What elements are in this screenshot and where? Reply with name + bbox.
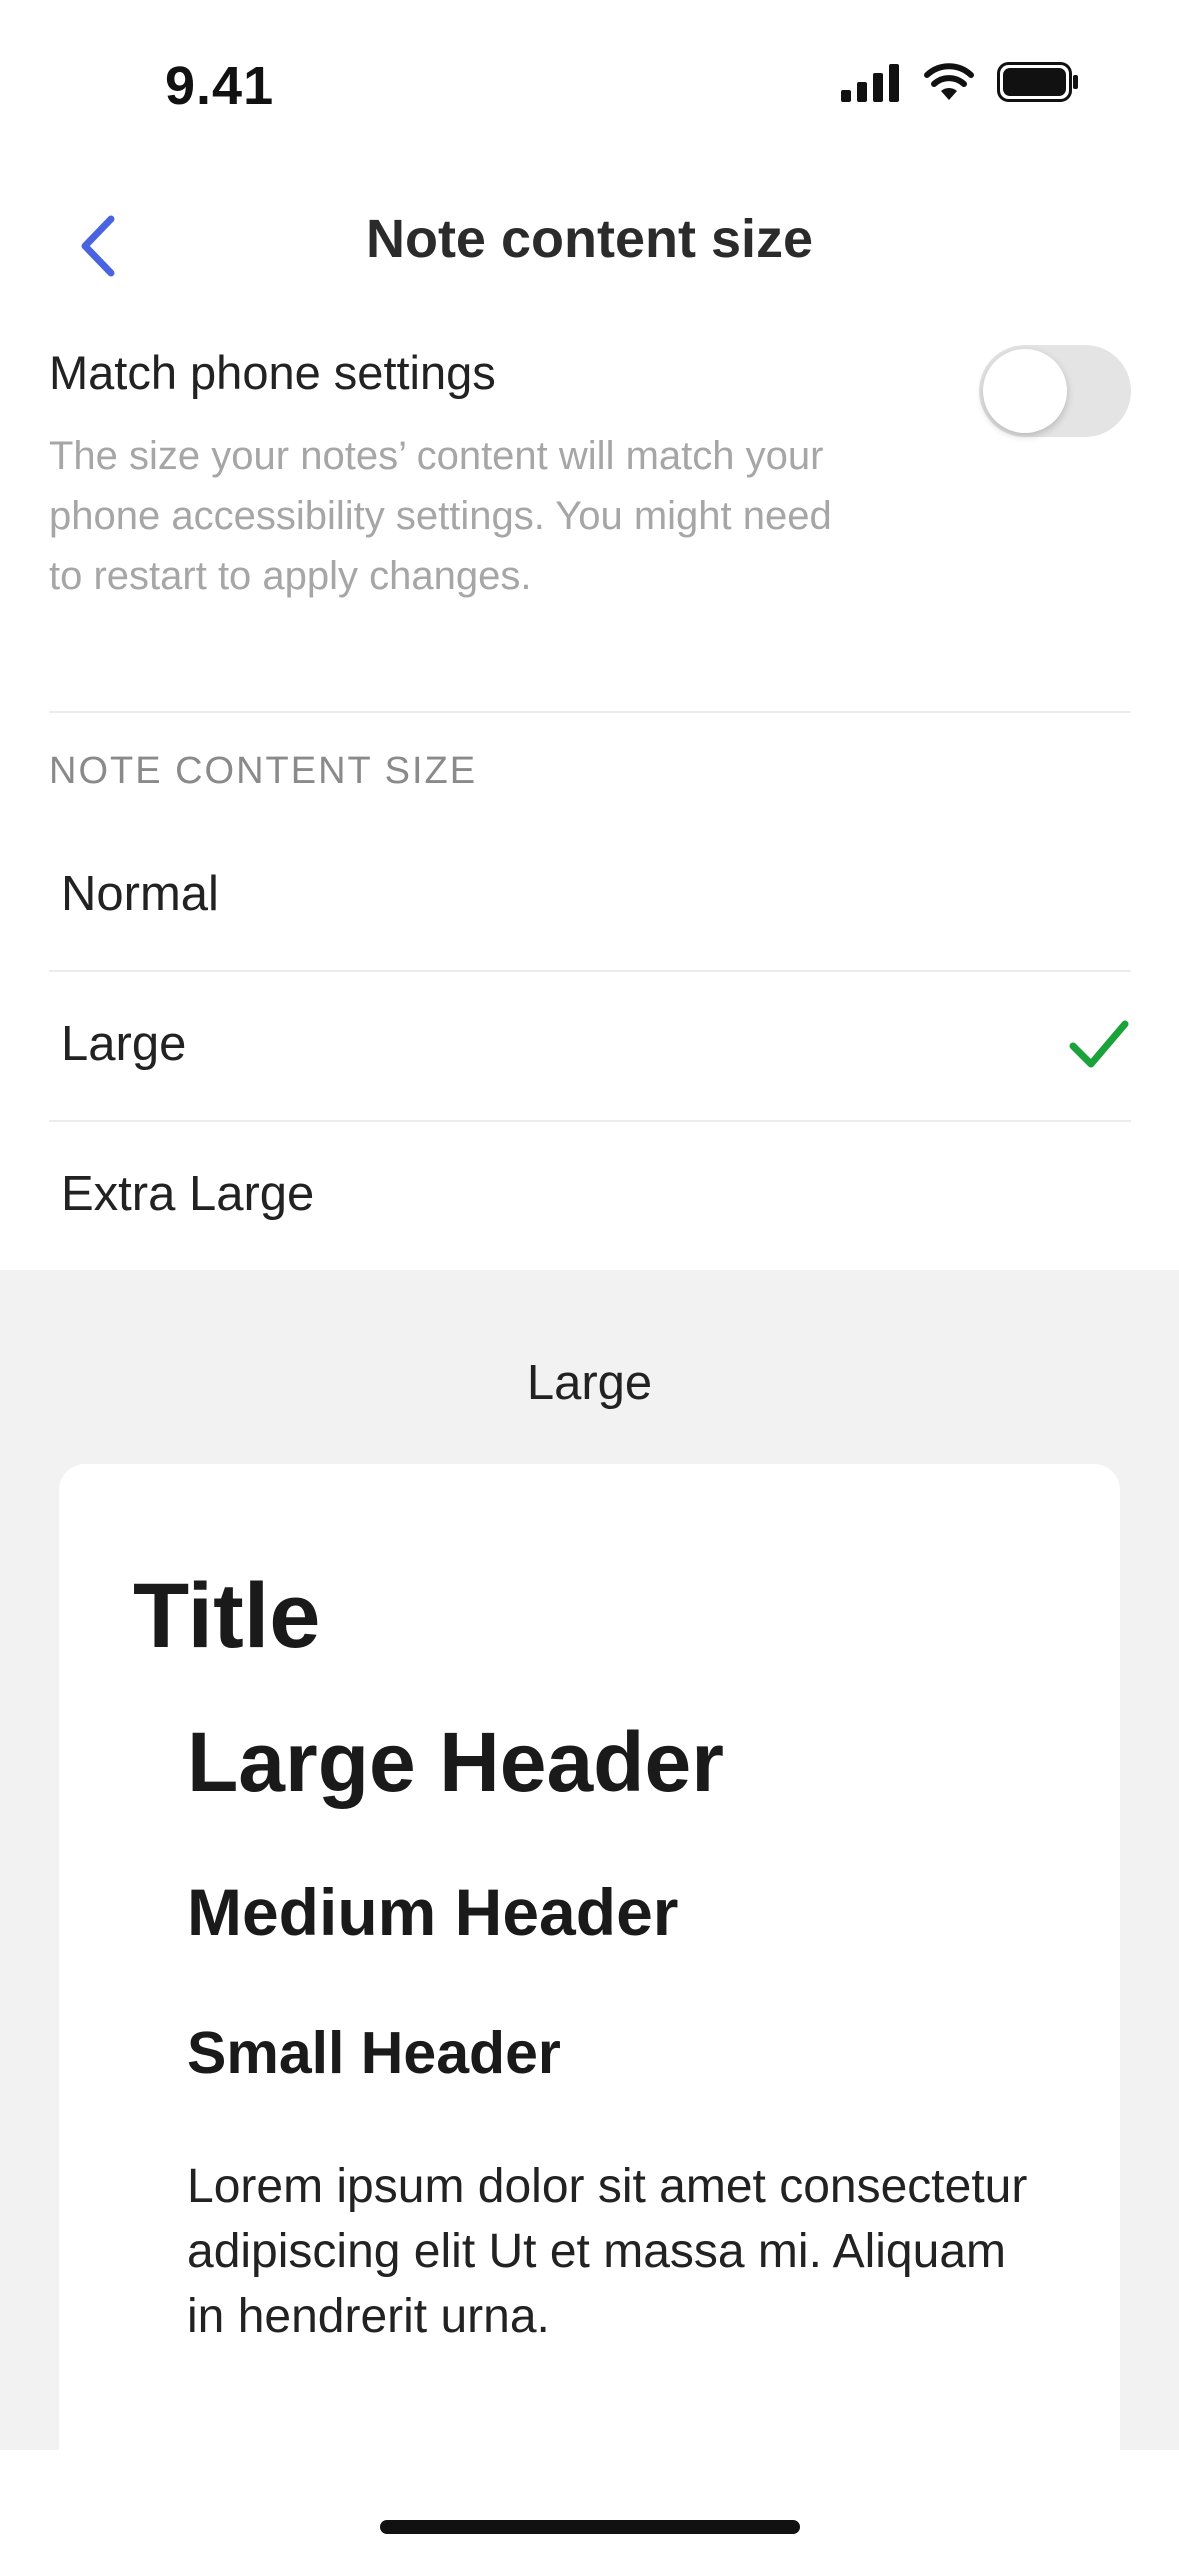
checkmark-icon <box>1069 1020 1129 1068</box>
size-option-large[interactable]: Large <box>49 972 1131 1122</box>
match-phone-settings-description: The size your notes’ content will match … <box>49 434 832 598</box>
navigation-bar: Note content size <box>0 190 1179 300</box>
match-phone-settings-toggle[interactable] <box>979 345 1131 437</box>
size-option-label: Normal <box>61 867 219 921</box>
size-option-label: Extra Large <box>61 1167 315 1221</box>
toggle-knob <box>983 349 1067 433</box>
match-phone-settings-row: Match phone settings The size your notes… <box>49 345 1131 606</box>
section-header: NOTE CONTENT SIZE <box>49 750 478 792</box>
preview-title: Title <box>133 1565 321 1667</box>
note-content-size-screen: 9.41 Note content size Match phone setti… <box>0 0 1179 2556</box>
size-option-extra-large[interactable]: Extra Large <box>49 1122 1131 1272</box>
status-time: 9.41 <box>165 56 275 116</box>
divider <box>49 711 1131 713</box>
preview-medium-header: Medium Header <box>187 1875 679 1949</box>
preview-body-text: Lorem ipsum dolor sit amet consectetur a… <box>187 2160 1028 2343</box>
cellular-signal-icon <box>841 64 899 102</box>
status-icons <box>841 62 1079 102</box>
home-indicator[interactable] <box>380 2520 800 2534</box>
preview-large-header: Large Header <box>187 1715 724 1809</box>
preview-area: Large Title Large Header Medium Header S… <box>0 1270 1179 2556</box>
preview-size-label: Large <box>526 1356 653 1410</box>
home-indicator-area <box>0 2450 1179 2556</box>
size-option-normal[interactable]: Normal <box>49 822 1131 972</box>
status-bar: 9.41 <box>0 0 1179 160</box>
battery-icon <box>997 62 1078 102</box>
size-option-label: Large <box>61 1017 187 1071</box>
match-phone-settings-label: Match phone settings <box>49 346 496 399</box>
page-title: Note content size <box>365 209 814 269</box>
preview-card: Title Large Header Medium Header Small H… <box>59 1464 1120 2556</box>
preview-small-header: Small Header <box>187 2020 561 2086</box>
wifi-icon <box>924 63 974 100</box>
